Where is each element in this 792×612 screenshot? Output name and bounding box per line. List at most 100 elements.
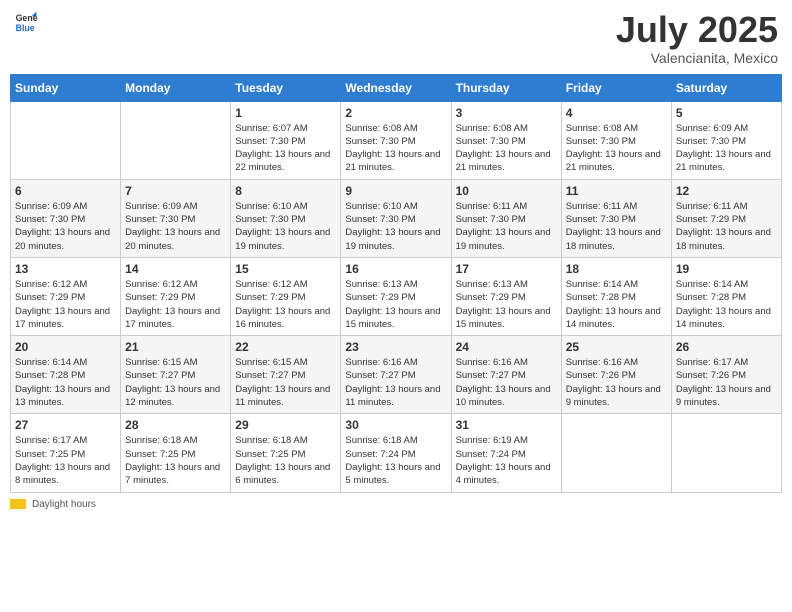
calendar-cell: 3 Sunrise: 6:08 AM Sunset: 7:30 PM Daylig… — [451, 101, 561, 179]
day-number: 27 — [15, 418, 116, 432]
month-title: July 2025 — [616, 10, 778, 50]
day-info: Sunrise: 6:17 AM Sunset: 7:26 PM Dayligh… — [676, 356, 777, 409]
day-info: Sunrise: 6:08 AM Sunset: 7:30 PM Dayligh… — [456, 122, 557, 175]
calendar-cell: 5 Sunrise: 6:09 AM Sunset: 7:30 PM Daylig… — [671, 101, 781, 179]
calendar-week-row: 27 Sunrise: 6:17 AM Sunset: 7:25 PM Dayli… — [11, 414, 782, 492]
day-number: 30 — [345, 418, 446, 432]
calendar-cell: 29 Sunrise: 6:18 AM Sunset: 7:25 PM Dayli… — [231, 414, 341, 492]
calendar-week-row: 6 Sunrise: 6:09 AM Sunset: 7:30 PM Daylig… — [11, 179, 782, 257]
calendar-cell: 16Sunrise: 6:13 AM Sunset: 7:29 PM Dayli… — [341, 257, 451, 335]
day-info: Sunrise: 6:11 AM Sunset: 7:30 PM Dayligh… — [456, 200, 557, 253]
day-info: Sunrise: 6:07 AM Sunset: 7:30 PM Dayligh… — [235, 122, 336, 175]
day-info: Sunrise: 6:18 AM Sunset: 7:25 PM Dayligh… — [125, 434, 226, 487]
calendar-cell: 31 Sunrise: 6:19 AM Sunset: 7:24 PM Dayli… — [451, 414, 561, 492]
day-number: 3 — [456, 106, 557, 120]
day-number: 9 — [345, 184, 446, 198]
calendar-header-friday: Friday — [561, 74, 671, 101]
day-number: 7 — [125, 184, 226, 198]
calendar-cell: 4 Sunrise: 6:08 AM Sunset: 7:30 PM Daylig… — [561, 101, 671, 179]
calendar-cell: 30 Sunrise: 6:18 AM Sunset: 7:24 PM Dayli… — [341, 414, 451, 492]
calendar-cell: 15 Sunrise: 6:12 AM Sunset: 7:29 PM Dayli… — [231, 257, 341, 335]
calendar-header-wednesday: Wednesday — [341, 74, 451, 101]
calendar-cell: 17Sunrise: 6:13 AM Sunset: 7:29 PM Dayli… — [451, 257, 561, 335]
calendar-week-row: 20 Sunrise: 6:14 AM Sunset: 7:28 PM Dayli… — [11, 336, 782, 414]
day-info: Sunrise: 6:14 AM Sunset: 7:28 PM Dayligh… — [566, 278, 667, 331]
day-info: Sunrise: 6:09 AM Sunset: 7:30 PM Dayligh… — [125, 200, 226, 253]
calendar-header-tuesday: Tuesday — [231, 74, 341, 101]
day-info: Sunrise: 6:08 AM Sunset: 7:30 PM Dayligh… — [345, 122, 446, 175]
calendar-header-monday: Monday — [121, 74, 231, 101]
day-number: 10 — [456, 184, 557, 198]
day-number: 31 — [456, 418, 557, 432]
day-info: Sunrise: 6:16 AM Sunset: 7:26 PM Dayligh… — [566, 356, 667, 409]
calendar-cell: 22Sunrise: 6:15 AM Sunset: 7:27 PM Dayli… — [231, 336, 341, 414]
day-number: 14 — [125, 262, 226, 276]
day-number: 15 — [235, 262, 336, 276]
day-info: Sunrise: 6:14 AM Sunset: 7:28 PM Dayligh… — [676, 278, 777, 331]
day-number: 6 — [15, 184, 116, 198]
location: Valencianita, Mexico — [616, 50, 778, 66]
calendar-cell: 28 Sunrise: 6:18 AM Sunset: 7:25 PM Dayli… — [121, 414, 231, 492]
calendar-header-saturday: Saturday — [671, 74, 781, 101]
day-number: 1 — [235, 106, 336, 120]
day-info: Sunrise: 6:12 AM Sunset: 7:29 PM Dayligh… — [235, 278, 336, 331]
logo-icon: General Blue — [14, 10, 38, 39]
day-info: Sunrise: 6:18 AM Sunset: 7:25 PM Dayligh… — [235, 434, 336, 487]
calendar-cell: 26 Sunrise: 6:17 AM Sunset: 7:26 PM Dayli… — [671, 336, 781, 414]
calendar-cell: 2 Sunrise: 6:08 AM Sunset: 7:30 PM Daylig… — [341, 101, 451, 179]
calendar-cell: 11Sunrise: 6:11 AM Sunset: 7:30 PM Dayli… — [561, 179, 671, 257]
calendar-cell: 21 Sunrise: 6:15 AM Sunset: 7:27 PM Dayli… — [121, 336, 231, 414]
day-info: Sunrise: 6:12 AM Sunset: 7:29 PM Dayligh… — [125, 278, 226, 331]
day-info: Sunrise: 6:16 AM Sunset: 7:27 PM Dayligh… — [456, 356, 557, 409]
day-number: 4 — [566, 106, 667, 120]
day-number: 25 — [566, 340, 667, 354]
calendar-cell — [11, 101, 121, 179]
calendar-cell: 1 Sunrise: 6:07 AM Sunset: 7:30 PM Daylig… — [231, 101, 341, 179]
day-number: 5 — [676, 106, 777, 120]
calendar-cell: 12Sunrise: 6:11 AM Sunset: 7:29 PM Dayli… — [671, 179, 781, 257]
day-info: Sunrise: 6:16 AM Sunset: 7:27 PM Dayligh… — [345, 356, 446, 409]
logo: General Blue — [14, 10, 38, 39]
day-info: Sunrise: 6:11 AM Sunset: 7:29 PM Dayligh… — [676, 200, 777, 253]
day-info: Sunrise: 6:14 AM Sunset: 7:28 PM Dayligh… — [15, 356, 116, 409]
day-info: Sunrise: 6:11 AM Sunset: 7:30 PM Dayligh… — [566, 200, 667, 253]
calendar-week-row: 13 Sunrise: 6:12 AM Sunset: 7:29 PM Dayli… — [11, 257, 782, 335]
day-info: Sunrise: 6:17 AM Sunset: 7:25 PM Dayligh… — [15, 434, 116, 487]
calendar-header-row: SundayMondayTuesdayWednesdayThursdayFrid… — [11, 74, 782, 101]
day-info: Sunrise: 6:18 AM Sunset: 7:24 PM Dayligh… — [345, 434, 446, 487]
calendar-cell: 23 Sunrise: 6:16 AM Sunset: 7:27 PM Dayli… — [341, 336, 451, 414]
title-block: July 2025 Valencianita, Mexico — [616, 10, 778, 66]
calendar-table: SundayMondayTuesdayWednesdayThursdayFrid… — [10, 74, 782, 493]
day-number: 29 — [235, 418, 336, 432]
day-number: 16 — [345, 262, 446, 276]
day-number: 28 — [125, 418, 226, 432]
svg-text:Blue: Blue — [16, 23, 35, 33]
day-number: 20 — [15, 340, 116, 354]
day-info: Sunrise: 6:10 AM Sunset: 7:30 PM Dayligh… — [235, 200, 336, 253]
day-info: Sunrise: 6:15 AM Sunset: 7:27 PM Dayligh… — [125, 356, 226, 409]
day-info: Sunrise: 6:15 AM Sunset: 7:27 PM Dayligh… — [235, 356, 336, 409]
calendar-cell: 19Sunrise: 6:14 AM Sunset: 7:28 PM Dayli… — [671, 257, 781, 335]
calendar-cell — [561, 414, 671, 492]
day-number: 23 — [345, 340, 446, 354]
day-number: 13 — [15, 262, 116, 276]
daylight-legend-label: Daylight hours — [32, 499, 96, 510]
footer: Daylight hours — [10, 499, 782, 510]
day-number: 21 — [125, 340, 226, 354]
day-number: 8 — [235, 184, 336, 198]
day-number: 26 — [676, 340, 777, 354]
calendar-cell: 10 Sunrise: 6:11 AM Sunset: 7:30 PM Dayli… — [451, 179, 561, 257]
day-info: Sunrise: 6:08 AM Sunset: 7:30 PM Dayligh… — [566, 122, 667, 175]
calendar-cell: 9Sunrise: 6:10 AM Sunset: 7:30 PM Daylig… — [341, 179, 451, 257]
calendar-cell — [671, 414, 781, 492]
calendar-header-sunday: Sunday — [11, 74, 121, 101]
calendar-cell: 14 Sunrise: 6:12 AM Sunset: 7:29 PM Dayli… — [121, 257, 231, 335]
daylight-legend-icon — [10, 499, 26, 509]
day-info: Sunrise: 6:12 AM Sunset: 7:29 PM Dayligh… — [15, 278, 116, 331]
calendar-week-row: 1 Sunrise: 6:07 AM Sunset: 7:30 PM Daylig… — [11, 101, 782, 179]
calendar-header-thursday: Thursday — [451, 74, 561, 101]
day-info: Sunrise: 6:09 AM Sunset: 7:30 PM Dayligh… — [676, 122, 777, 175]
day-number: 2 — [345, 106, 446, 120]
calendar-cell: 25 Sunrise: 6:16 AM Sunset: 7:26 PM Dayli… — [561, 336, 671, 414]
day-info: Sunrise: 6:19 AM Sunset: 7:24 PM Dayligh… — [456, 434, 557, 487]
